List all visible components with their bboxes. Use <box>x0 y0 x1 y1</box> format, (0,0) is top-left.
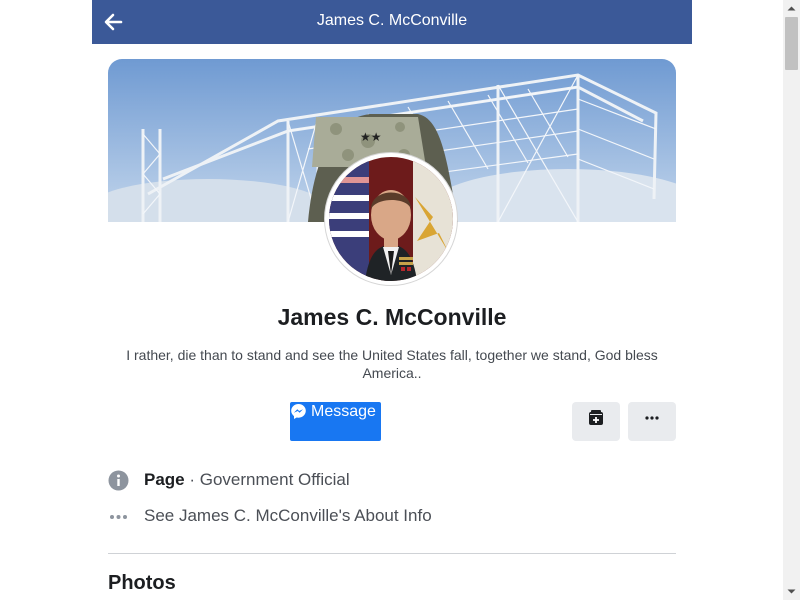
more-options-icon <box>645 416 659 420</box>
scrollbar-thumb[interactable] <box>785 17 798 70</box>
scroll-up-arrow-icon[interactable] <box>783 0 800 17</box>
section-divider <box>108 553 676 554</box>
photos-section-title: Photos <box>108 572 176 594</box>
page-category-text: Page · Government Official <box>144 470 350 490</box>
profile-bio: I rather, die than to stand and see the … <box>126 347 658 381</box>
save-page-icon <box>589 410 603 425</box>
info-icon <box>108 470 129 491</box>
category-separator: · <box>184 470 200 489</box>
scroll-down-arrow-icon[interactable] <box>783 583 800 600</box>
page-category: Government Official <box>199 470 350 489</box>
top-bar: James C. McConville <box>92 0 692 44</box>
save-page-button[interactable] <box>572 402 620 441</box>
message-button[interactable]: Message <box>290 402 381 441</box>
page-scrollbar[interactable] <box>783 0 800 600</box>
profile-name: James C. McConville <box>277 304 507 330</box>
page-type-label: Page <box>144 470 185 489</box>
about-info-link[interactable]: See James C. McConville's About Info <box>144 506 432 526</box>
page-column: James C. McConville ★★ James C. McConvil… <box>92 0 692 600</box>
avatar[interactable] <box>325 153 457 285</box>
svg-text:★★: ★★ <box>360 130 382 144</box>
more-options-button[interactable] <box>628 402 676 441</box>
messenger-icon <box>290 403 307 420</box>
message-button-label: Message <box>311 403 376 420</box>
page-title: James C. McConville <box>316 12 468 29</box>
more-dots-icon <box>108 506 129 527</box>
